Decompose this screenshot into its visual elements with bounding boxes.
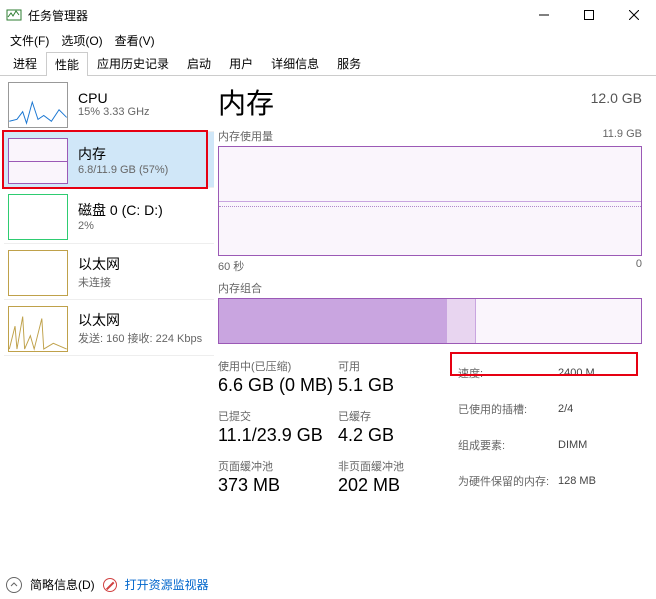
memory-usage-chart xyxy=(218,146,642,256)
sidebar-memory-title: 内存 xyxy=(78,144,168,164)
tab-startup[interactable]: 启动 xyxy=(178,51,220,75)
tab-users[interactable]: 用户 xyxy=(220,51,262,75)
paged-label: 页面缓冲池 xyxy=(218,458,338,474)
menu-options[interactable]: 选项(O) xyxy=(55,30,108,51)
reserved-value: 128 MB xyxy=(558,475,628,487)
sidebar-item-disk[interactable]: 磁盘 0 (C: D:) 2% xyxy=(4,188,214,244)
usage-chart-label: 内存使用量 xyxy=(218,128,273,144)
close-button[interactable] xyxy=(611,0,656,30)
composition-chart-label: 内存组合 xyxy=(218,280,262,296)
slots-label: 已使用的插槽: xyxy=(458,401,558,417)
disk-thumbnail-icon xyxy=(8,194,68,240)
menu-file[interactable]: 文件(F) xyxy=(4,30,55,51)
ethernet-thumbnail-icon xyxy=(8,250,68,296)
minimize-button[interactable] xyxy=(521,0,566,30)
speed-value: 2400 M... xyxy=(558,367,628,379)
chart-axis-right: 0 xyxy=(636,258,642,274)
form-label: 组成要素: xyxy=(458,437,558,453)
available-label: 可用 xyxy=(338,358,438,374)
in-use-label: 使用中(已压缩) xyxy=(218,358,338,374)
sidebar-eth0-sub: 未连接 xyxy=(78,274,120,290)
sidebar-item-memory[interactable]: 内存 6.8/11.9 GB (57%) xyxy=(4,132,214,188)
cached-label: 已缓存 xyxy=(338,408,438,424)
sidebar-cpu-title: CPU xyxy=(78,90,150,106)
nonpaged-value: 202 MB xyxy=(338,475,438,496)
nonpaged-label: 非页面缓冲池 xyxy=(338,458,438,474)
fewer-details-link[interactable]: 简略信息(D) xyxy=(30,576,95,593)
sidebar-item-ethernet-0[interactable]: 以太网 未连接 xyxy=(4,244,214,300)
cached-value: 4.2 GB xyxy=(338,425,438,446)
sidebar-eth1-sub: 发送: 160 接收: 224 Kbps xyxy=(78,330,202,346)
sidebar-disk-title: 磁盘 0 (C: D:) xyxy=(78,200,163,220)
sidebar-eth0-title: 以太网 xyxy=(78,254,120,274)
paged-value: 373 MB xyxy=(218,475,338,496)
ethernet-thumbnail-icon xyxy=(8,306,68,352)
sidebar-disk-sub: 2% xyxy=(78,220,163,232)
tab-details[interactable]: 详细信息 xyxy=(262,51,328,75)
committed-value: 11.1/23.9 GB xyxy=(218,425,338,446)
memory-composition-chart xyxy=(218,298,642,344)
maximize-button[interactable] xyxy=(566,0,611,30)
memory-thumbnail-icon xyxy=(8,138,68,184)
form-value: DIMM xyxy=(558,439,628,451)
sidebar-cpu-sub: 15% 3.33 GHz xyxy=(78,106,150,118)
open-resource-monitor-link[interactable]: 打开资源监视器 xyxy=(125,576,209,593)
tab-processes[interactable]: 进程 xyxy=(4,51,46,75)
memory-total: 12.0 GB xyxy=(591,90,642,106)
usage-chart-max: 11.9 GB xyxy=(602,128,642,144)
tab-app-history[interactable]: 应用历史记录 xyxy=(88,51,178,75)
sidebar-item-cpu[interactable]: CPU 15% 3.33 GHz xyxy=(4,76,214,132)
committed-label: 已提交 xyxy=(218,408,338,424)
reserved-label: 为硬件保留的内存: xyxy=(458,473,558,489)
page-title: 内存 xyxy=(218,82,274,122)
tab-services[interactable]: 服务 xyxy=(328,51,370,75)
tab-performance[interactable]: 性能 xyxy=(46,52,88,76)
resource-monitor-icon xyxy=(103,578,117,592)
sidebar-item-ethernet-1[interactable]: 以太网 发送: 160 接收: 224 Kbps xyxy=(4,300,214,356)
window-title: 任务管理器 xyxy=(28,7,88,24)
speed-label: 速度: xyxy=(458,365,558,381)
in-use-value: 6.6 GB (0 MB) xyxy=(218,375,338,396)
menu-view[interactable]: 查看(V) xyxy=(109,30,161,51)
available-value: 5.1 GB xyxy=(338,375,438,396)
cpu-thumbnail-icon xyxy=(8,82,68,128)
slots-value: 2/4 xyxy=(558,403,628,415)
chart-axis-left: 60 秒 xyxy=(218,258,244,274)
chevron-up-icon[interactable] xyxy=(6,577,22,593)
sidebar-eth1-title: 以太网 xyxy=(78,310,202,330)
sidebar-memory-sub: 6.8/11.9 GB (57%) xyxy=(78,164,168,176)
app-icon xyxy=(6,7,22,23)
